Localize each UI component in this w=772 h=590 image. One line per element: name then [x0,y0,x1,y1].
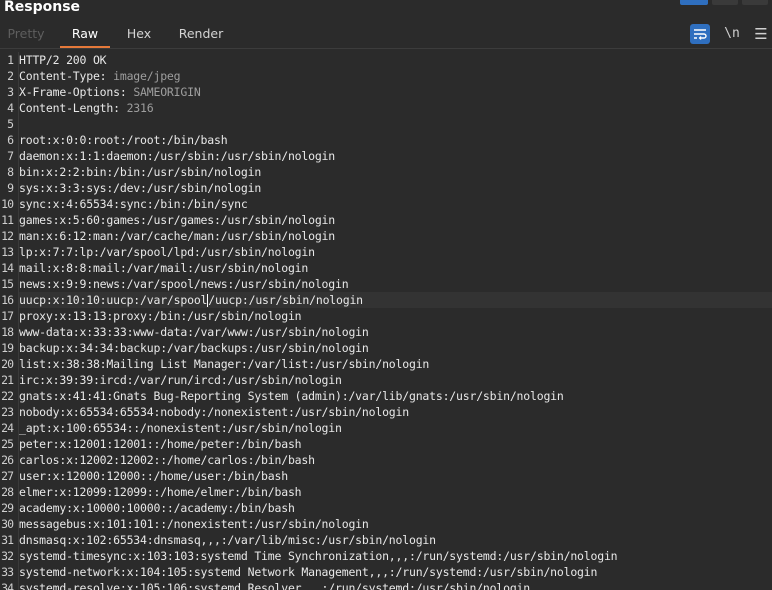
body-line: systemd-timesync:x:103:103:systemd Time … [19,549,618,563]
body-line: bin:x:2:2:bin:/bin:/usr/sbin/nologin [19,165,262,179]
tab-pretty[interactable]: Pretty [0,22,52,46]
line-number: 15 [1,277,14,291]
body-line: man:x:6:12:man:/var/cache/man:/usr/sbin/… [19,229,336,243]
line-number: 7 [7,149,14,163]
header-value: SAMEORIGIN [133,85,201,99]
panel-title: Response [4,0,81,15]
body-line: mail:x:8:8:mail:/var/mail:/usr/sbin/nolo… [19,261,309,275]
line-number: 5 [7,117,14,131]
line-number: 19 [1,341,14,355]
header-name: Content-Length: [19,101,127,115]
header-line: X-Frame-Options: SAMEORIGIN [19,84,772,100]
line-number: 31 [1,533,14,547]
header-value: 2316 [126,101,154,115]
layout-side-by-side-button[interactable] [680,0,708,5]
body-line: systemd-network:x:104:105:systemd Networ… [19,565,598,579]
body-line: list:x:38:38:Mailing List Manager:/var/l… [19,357,430,371]
wrap-lines-button[interactable] [690,24,710,44]
raw-response-editor[interactable]: 1 2 3 4 5 6 7 8 9 10 11 12 13 14 15 16 17 18 19 20 21 22 23 24 2… [0,49,772,590]
line-number: 30 [1,517,14,531]
layout-single-button[interactable] [742,0,768,5]
body-line: games:x:5:60:games:/usr/games:/usr/sbin/… [19,213,336,227]
line-number: 34 [1,581,14,590]
header-name: X-Frame-Options: [19,85,134,99]
line-number: 11 [1,213,14,227]
line-number: 13 [1,245,14,259]
status-line: HTTP/2 200 OK [19,52,772,68]
body-line: elmer:x:12099:12099::/home/elmer:/bin/ba… [19,485,302,499]
line-number: 3 [7,85,14,99]
body-line: www-data:x:33:33:www-data:/var/www:/usr/… [19,325,369,339]
line-number: 22 [1,389,14,403]
body-line: _apt:x:100:65534::/nonexistent:/usr/sbin… [19,421,342,435]
body-line: dnsmasq:x:102:65534:dnsmasq,,,:/var/lib/… [19,533,436,547]
show-newlines-button[interactable]: \n [720,24,744,44]
line-number: 4 [7,101,14,115]
line-number: 10 [1,197,14,211]
body-line: lp:x:7:7:lp:/var/spool/lpd:/usr/sbin/nol… [19,245,315,259]
body-line: systemd-resolve:x:105:106:systemd Resolv… [19,581,530,590]
body-line: peter:x:12001:12001::/home/peter:/bin/ba… [19,437,302,451]
line-number: 32 [1,549,14,563]
line-number: 17 [1,309,14,323]
header-name: HTTP/2 200 OK [19,53,107,67]
line-number: 8 [7,165,14,179]
header-line: Content-Length: 2316 [19,100,772,116]
response-view-tabs: Pretty Raw Hex Render [0,22,772,49]
body-line: backup:x:34:34:backup:/var/backups:/usr/… [19,341,369,355]
line-number: 26 [1,453,14,467]
line-number: 29 [1,501,14,515]
line-number: 27 [1,469,14,483]
body-line: sync:x:4:65534:sync:/bin:/bin/sync [19,197,248,211]
wrap-lines-icon [693,26,707,41]
line-number: 20 [1,357,14,371]
line-number: 14 [1,261,14,275]
line-number: 18 [1,325,14,339]
line-number: 2 [7,69,14,83]
line-number: 33 [1,565,14,579]
body-line: sys:x:3:3:sys:/dev:/usr/sbin/nologin [19,181,262,195]
line-number-gutter: 1 2 3 4 5 6 7 8 9 10 11 12 13 14 15 16 17 18 19 20 21 22 23 24 2… [0,52,14,590]
tab-raw[interactable]: Raw [60,22,110,48]
body-line: academy:x:10000:10000::/academy:/bin/bas… [19,501,295,515]
body-line: carlos:x:12002:12002::/home/carlos:/bin/… [19,453,315,467]
body-line: irc:x:39:39:ircd:/var/run/ircd:/usr/sbin… [19,373,342,387]
line-number: 25 [1,437,14,451]
line-number: 12 [1,229,14,243]
body-line: news:x:9:9:news:/var/spool/news:/usr/sbi… [19,277,349,291]
line-number: 6 [7,133,14,147]
response-content[interactable]: HTTP/2 200 OK Content-Type: image/jpeg X… [18,52,772,590]
tab-hex[interactable]: Hex [118,22,160,46]
body-line: user:x:12000:12000::/home/user:/bin/bash [19,469,288,483]
line-number: 21 [1,373,14,387]
body-line: uucp:x:10:10:uucp:/var/spool/uucp:/usr/s… [19,292,772,308]
header-name: Content-Type: [19,69,114,83]
line-number: 16 [1,293,14,307]
line-number: 9 [7,181,14,195]
body-line: proxy:x:13:13:proxy:/bin:/usr/sbin/nolog… [19,309,302,323]
body-line: daemon:x:1:1:daemon:/usr/sbin:/usr/sbin/… [19,149,336,163]
hamburger-menu-icon[interactable]: ☰ [752,24,770,44]
line-number: 24 [1,421,14,435]
panel-header: Response [0,0,772,18]
body-line: nobody:x:65534:65534:nobody:/nonexistent… [19,405,409,419]
layout-vertical-button[interactable] [712,0,738,5]
header-line: Content-Type: image/jpeg [19,68,772,84]
body-line: root:x:0:0:root:/root:/bin/bash [19,133,228,147]
body-line: gnats:x:41:41:Gnats Bug-Reporting System… [19,389,564,403]
body-line: messagebus:x:101:101::/nonexistent:/usr/… [19,517,369,531]
tab-render[interactable]: Render [168,22,234,46]
header-value: image/jpeg [113,69,181,83]
line-number: 23 [1,405,14,419]
line-number: 28 [1,485,14,499]
line-number: 1 [7,53,14,67]
